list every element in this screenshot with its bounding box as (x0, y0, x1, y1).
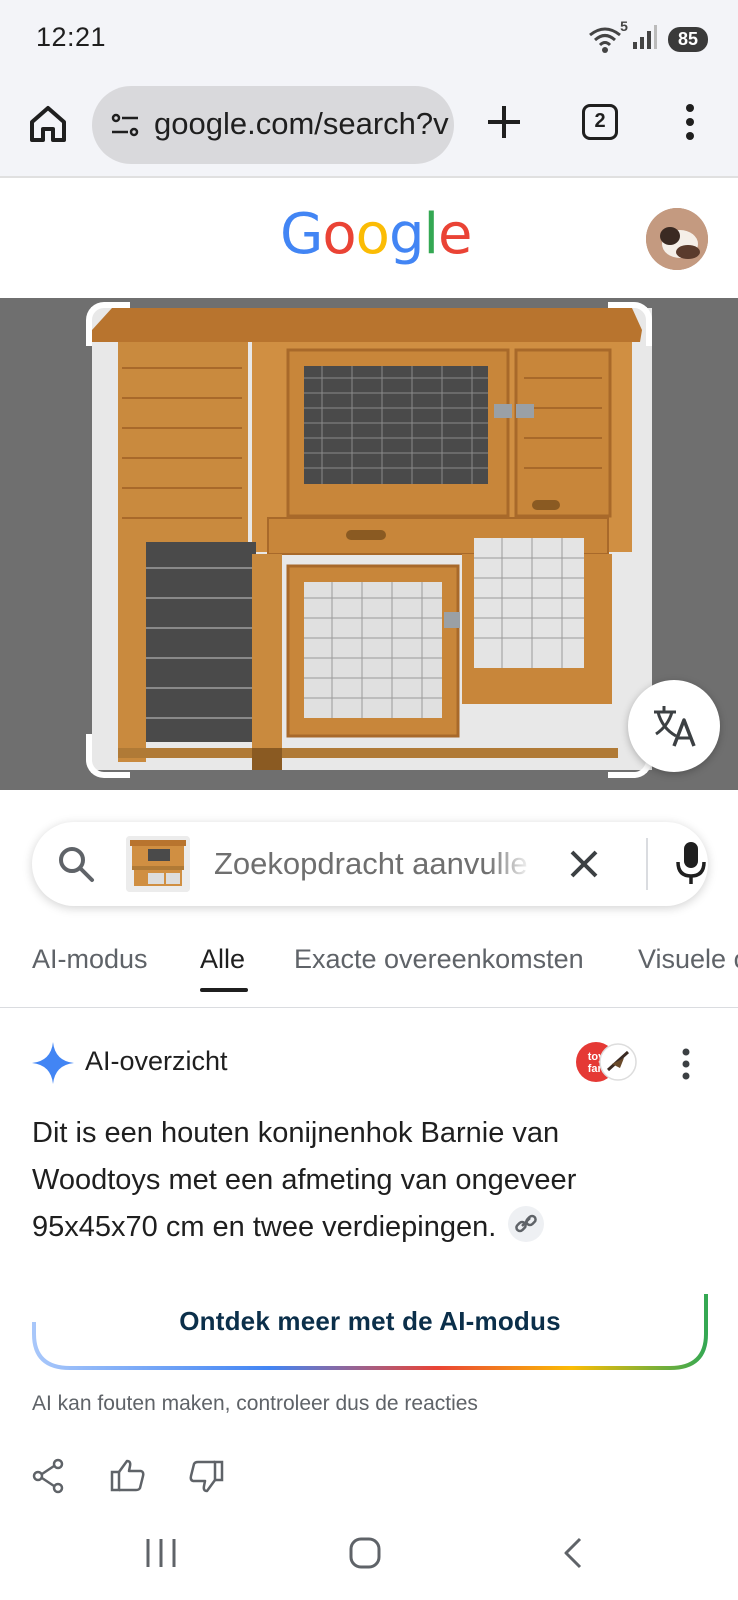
translate-icon (654, 706, 696, 747)
active-tab-indicator (200, 988, 248, 992)
ai-mode-button-label[interactable]: Ontdek meer met de AI-modus (32, 1306, 708, 1337)
ai-sources-logos[interactable]: toy fan (572, 1040, 640, 1084)
translate-button[interactable] (628, 680, 720, 772)
nav-home-icon[interactable] (348, 1536, 382, 1570)
tab-visuele-overeenkomsten[interactable]: Visuele overeenkomsten (638, 944, 738, 975)
home-button[interactable] (26, 102, 70, 146)
url-text[interactable]: google.com/search?v (154, 106, 449, 142)
tab-switcher-button[interactable]: 2 (582, 104, 618, 140)
battery-indicator: 85 (667, 27, 708, 52)
ai-overview-header: AI-overzicht toy fan (32, 1040, 708, 1088)
wifi-icon: 5 (588, 18, 628, 54)
source-link-button[interactable] (508, 1206, 545, 1242)
search-input[interactable]: Zoekopdracht aanvullen (214, 846, 528, 882)
tab-alle[interactable]: Alle (200, 944, 245, 975)
ai-overview-title: AI-overzicht (85, 1046, 228, 1076)
system-nav-bar (0, 1512, 738, 1600)
wifi-badge: 5 (620, 17, 628, 34)
search-input-fade (488, 836, 532, 892)
new-tab-button[interactable] (482, 100, 526, 144)
status-icons: 5 85 (588, 18, 708, 55)
ai-overview-text: Dit is een houten konijnenhok Barnie van… (32, 1110, 692, 1251)
crop-handle-bottom-left[interactable] (86, 734, 130, 778)
rabbit-hutch-image (92, 308, 652, 770)
search-box[interactable]: Zoekopdracht aanvullen (32, 822, 708, 906)
browser-toolbar: google.com/search?v 2 (0, 78, 738, 178)
status-time: 12:21 (36, 22, 107, 52)
search-icon[interactable] (56, 844, 96, 884)
more-vert-icon (686, 104, 694, 140)
signal-icon (632, 24, 658, 55)
status-bar: 12:21 5 85 (0, 0, 738, 78)
link-icon (515, 1214, 538, 1233)
ai-overview-body: Dit is een houten konijnenhok Barnie van… (32, 1117, 577, 1243)
plus-icon (488, 106, 520, 138)
tab-exacte-overeenkomsten[interactable]: Exacte overeenkomsten (294, 944, 584, 975)
back-icon[interactable] (560, 1536, 586, 1570)
search-image-thumbnail[interactable] (126, 836, 190, 892)
search-tabs: AI-modus Alle Exacte overeenkomsten Visu… (0, 938, 738, 1008)
address-bar[interactable]: google.com/search?v (92, 86, 454, 164)
recents-icon[interactable] (144, 1536, 178, 1570)
account-avatar[interactable] (646, 208, 708, 270)
thumbs-up-icon[interactable] (110, 1458, 146, 1494)
browser-menu-button[interactable] (680, 100, 700, 144)
ai-mode-button[interactable]: Ontdek meer met de AI-modus (32, 1292, 708, 1372)
lens-image-area (0, 298, 738, 790)
ai-disclaimer: AI kan fouten maken, controleer dus de r… (32, 1392, 478, 1415)
google-logo[interactable]: Google (280, 202, 473, 267)
home-icon (30, 106, 66, 142)
tab-ai-modus[interactable]: AI-modus (32, 944, 148, 975)
site-settings-icon[interactable] (110, 110, 140, 140)
thumbs-down-icon[interactable] (188, 1458, 224, 1494)
ai-sparkle-icon (32, 1042, 74, 1084)
google-header: Google (0, 180, 738, 298)
search-divider (646, 838, 648, 890)
close-icon[interactable] (566, 846, 602, 882)
ai-overview-more-icon[interactable] (680, 1046, 692, 1082)
share-icon[interactable] (32, 1458, 64, 1494)
crop-handle-top-right[interactable] (608, 302, 652, 346)
microphone-icon[interactable] (674, 840, 708, 888)
crop-handle-top-left[interactable] (86, 302, 130, 346)
